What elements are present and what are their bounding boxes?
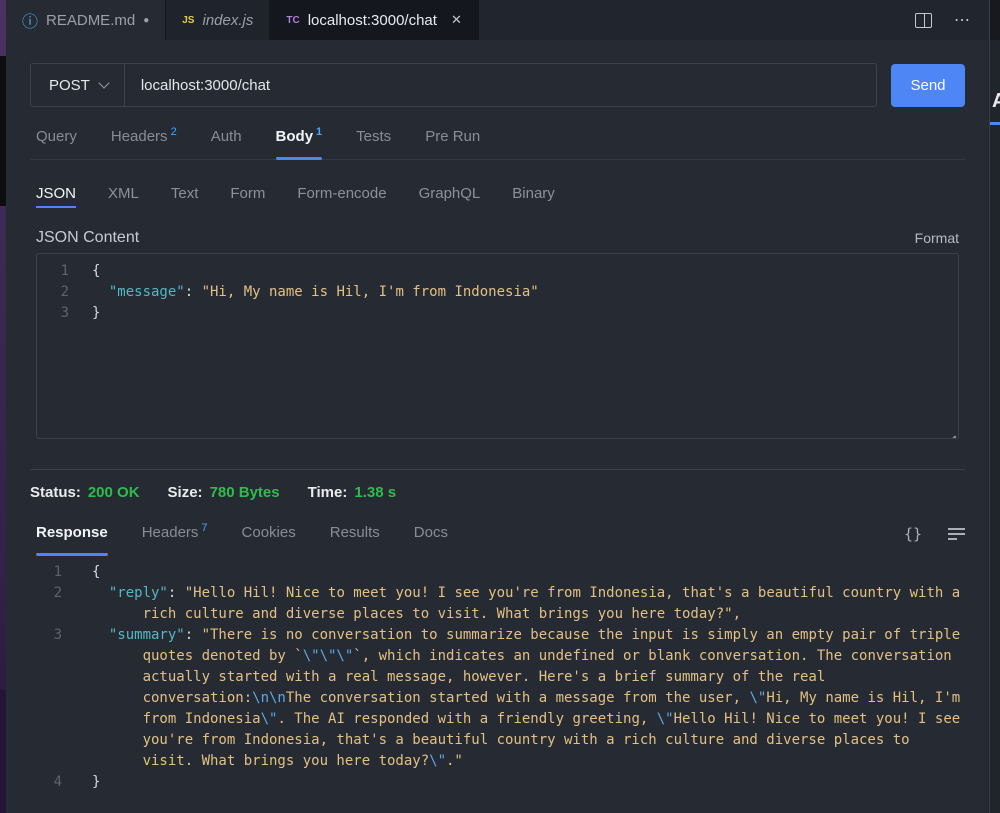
tab-tests[interactable]: Tests: [356, 128, 391, 159]
desktop-edge-dark-bottom: [0, 690, 6, 813]
editor-pane: ⓘ README.md ● JS index.js TC localhost:3…: [6, 0, 989, 813]
request-tabs: Query Headers2 Auth Body1 Tests Pre Run: [30, 117, 965, 160]
raw-text-icon[interactable]: [948, 528, 965, 540]
code-text: }: [92, 772, 143, 793]
headers-count-badge: 2: [171, 126, 177, 138]
tab-label: localhost:3000/chat: [308, 12, 437, 29]
code-line: 3}: [37, 303, 958, 324]
json-content-header: JSON Content Format: [30, 229, 965, 247]
tab-label: index.js: [202, 12, 253, 29]
editor-tab-bar: ⓘ README.md ● JS index.js TC localhost:3…: [6, 0, 989, 40]
response-section: Status: 200 OK Size: 780 Bytes Time: 1.38 s…: [6, 470, 989, 793]
code-text: "message": "Hi, My name is Hil, I'm from…: [92, 282, 539, 303]
close-icon[interactable]: ✕: [451, 12, 462, 28]
line-number: 1: [30, 562, 92, 583]
request-bar: POST localhost:3000/chat Send: [30, 63, 965, 107]
adjacent-pane-letter: A: [992, 90, 1000, 113]
line-number: 4: [30, 772, 92, 793]
adjacent-pane-sliver: A: [989, 0, 1000, 813]
line-number: 2: [30, 583, 92, 625]
size-label: Size:: [168, 484, 203, 501]
method-dropdown[interactable]: POST: [31, 64, 125, 106]
line-number: 3: [30, 625, 92, 772]
tab-binary[interactable]: Binary: [512, 185, 555, 212]
line-number: 2: [37, 282, 92, 303]
tab-body[interactable]: Body1: [276, 126, 323, 159]
resize-handle[interactable]: [946, 426, 956, 436]
tab-query[interactable]: Query: [36, 128, 77, 159]
code-text: {: [92, 562, 143, 583]
body-count-badge: 1: [316, 126, 322, 138]
json-content-label: JSON Content: [36, 229, 139, 247]
split-editor-icon[interactable]: [915, 13, 932, 28]
code-text: }: [92, 303, 143, 324]
response-status-bar: Status: 200 OK Size: 780 Bytes Time: 1.38 s: [30, 484, 965, 501]
tab-response[interactable]: Response: [36, 524, 108, 555]
code-line: 2 "message": "Hi, My name is Hil, I'm fr…: [37, 282, 958, 303]
line-number: 1: [37, 261, 92, 282]
tab-auth[interactable]: Auth: [211, 128, 242, 159]
tab-form[interactable]: Form: [230, 185, 265, 212]
tab-results[interactable]: Results: [330, 524, 380, 555]
json-format-icon[interactable]: {}: [904, 525, 922, 543]
desktop-edge-dark: [0, 56, 6, 206]
time-label: Time:: [308, 484, 348, 501]
response-body-code[interactable]: 1{2 "reply": "Hello Hil! Nice to meet yo…: [30, 562, 965, 793]
tab-graphql[interactable]: GraphQL: [419, 185, 481, 212]
tab-indexjs[interactable]: JS index.js: [166, 0, 270, 40]
code-line: 3 "summary": "There is no conversation t…: [30, 625, 965, 772]
response-view-actions: {}: [904, 525, 965, 555]
more-actions-icon[interactable]: ⋯: [954, 10, 971, 30]
status-label: Status:: [30, 484, 81, 501]
request-section: POST localhost:3000/chat Send Query Head…: [6, 40, 989, 470]
code-line: 2 "reply": "Hello Hil! Nice to meet you!…: [30, 583, 965, 625]
response-headers-count-badge: 7: [201, 522, 207, 534]
json-body-editor[interactable]: 1{2 "message": "Hi, My name is Hil, I'm …: [36, 253, 959, 439]
modified-dot-icon: ●: [143, 15, 149, 26]
tab-json[interactable]: JSON: [36, 185, 76, 212]
time-value: 1.38 s: [354, 484, 396, 501]
code-text: "reply": "Hello Hil! Nice to meet you! I…: [92, 583, 965, 625]
thunder-client-icon: TC: [286, 15, 299, 26]
send-button[interactable]: Send: [891, 64, 965, 107]
code-text: {: [92, 261, 143, 282]
response-tabs: Response Headers7 Cookies Results Docs {…: [30, 522, 965, 555]
line-number: 3: [37, 303, 92, 324]
tab-docs[interactable]: Docs: [414, 524, 448, 555]
tab-xml[interactable]: XML: [108, 185, 139, 212]
adjacent-pane-tabbar: [990, 0, 1000, 40]
chevron-down-icon: [98, 77, 109, 88]
tab-cookies[interactable]: Cookies: [242, 524, 296, 555]
request-body-code: 1{2 "message": "Hi, My name is Hil, I'm …: [37, 261, 958, 324]
code-line: 1{: [37, 261, 958, 282]
method-label: POST: [49, 77, 90, 94]
tab-readme[interactable]: ⓘ README.md ●: [6, 0, 166, 40]
adjacent-pane-tab-underline: [990, 122, 1000, 125]
url-input[interactable]: localhost:3000/chat: [125, 77, 876, 94]
info-icon: ⓘ: [22, 8, 38, 32]
size-value: 780 Bytes: [210, 484, 280, 501]
tab-headers[interactable]: Headers2: [111, 126, 177, 159]
tabbar-actions: ⋯: [915, 0, 989, 40]
url-box: POST localhost:3000/chat: [30, 63, 877, 107]
tab-label: README.md: [46, 12, 135, 29]
desktop-edge-sliver: [0, 0, 6, 813]
code-line: 4}: [30, 772, 965, 793]
javascript-icon: JS: [182, 15, 194, 26]
code-line: 1{: [30, 562, 965, 583]
tab-localhost-chat[interactable]: TC localhost:3000/chat ✕: [270, 0, 479, 40]
body-type-tabs: JSON XML Text Form Form-encode GraphQL B…: [30, 176, 965, 212]
format-button[interactable]: Format: [915, 230, 959, 246]
tab-text[interactable]: Text: [171, 185, 199, 212]
code-text: "summary": "There is no conversation to …: [92, 625, 965, 772]
tab-prerun[interactable]: Pre Run: [425, 128, 480, 159]
thunder-client-window: ⓘ README.md ● JS index.js TC localhost:3…: [0, 0, 1000, 813]
tab-form-encode[interactable]: Form-encode: [297, 185, 386, 212]
status-value: 200 OK: [88, 484, 140, 501]
tab-response-headers[interactable]: Headers7: [142, 522, 208, 555]
